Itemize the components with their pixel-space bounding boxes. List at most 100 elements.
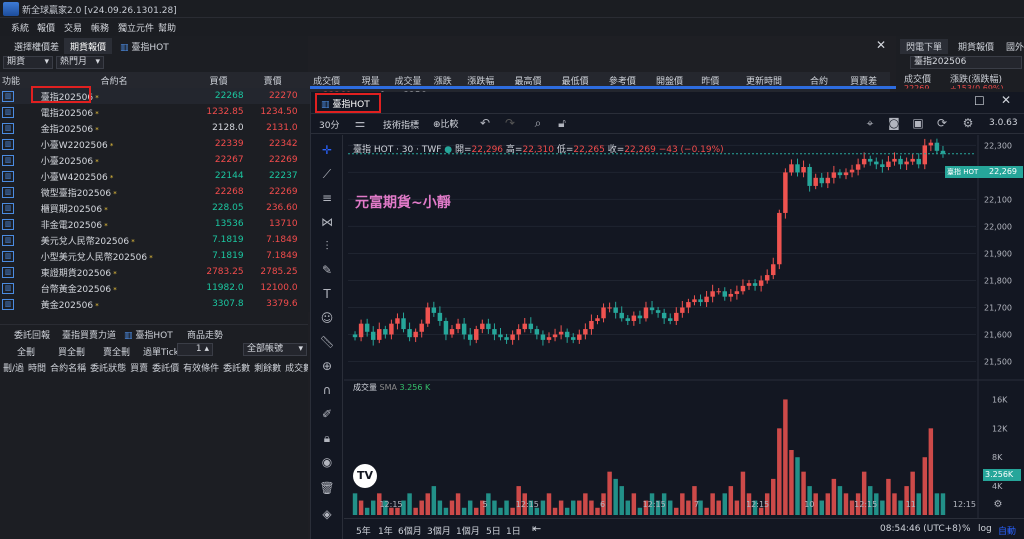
order-column-header[interactable]: 成交數 — [285, 364, 308, 374]
contract-name: 美元兌人民幣202506 * — [40, 236, 135, 247]
pencil-lock-icon[interactable]: ✐ — [318, 407, 336, 421]
tab-option-spread[interactable]: 選擇權價差 — [8, 38, 65, 54]
timeframe-5d[interactable]: 5日 — [486, 524, 501, 537]
refresh-icon[interactable]: ⟳ — [933, 116, 951, 130]
chart-icon[interactable]: ▥ — [0, 152, 37, 168]
text-icon[interactable]: T — [318, 287, 336, 301]
type-select[interactable]: 期貨 ▾ — [3, 56, 53, 69]
close-icon[interactable]: ✕ — [1001, 93, 1011, 107]
column-header[interactable]: 賣價 — [246, 72, 300, 88]
lock-drawing-icon[interactable]: 🔒︎ — [318, 431, 336, 446]
candle-body — [916, 158, 921, 165]
chart-icon[interactable]: ▥ — [0, 216, 37, 232]
chart-icon[interactable]: ▥ — [0, 184, 37, 200]
chart-icon[interactable]: ▥ — [0, 104, 37, 120]
chart-icon[interactable]: ▥ — [0, 280, 37, 296]
tab-quick-order[interactable]: 閃電下單 — [900, 39, 949, 54]
month-select[interactable]: 熱門月 ▾ — [56, 56, 104, 69]
tick-stepper[interactable]: 1 ▴ — [177, 343, 213, 356]
chart-window-tab[interactable]: ▥ 臺指HOT — [315, 93, 381, 113]
timeframe-5y[interactable]: 5年 — [356, 524, 371, 537]
settings-icon[interactable]: ⚙ — [959, 116, 977, 130]
trash-icon[interactable]: 🗑︎ — [318, 481, 336, 495]
chart-icon[interactable]: ▥ — [0, 232, 37, 248]
contract-input[interactable]: 臺指202506 — [910, 56, 1022, 69]
order-column-header[interactable]: 委託狀態 — [90, 364, 126, 374]
date-range-icon[interactable]: ⇤ — [532, 522, 541, 535]
account-select[interactable]: 全部帳號 ▾ — [243, 343, 307, 356]
menu-system[interactable]: 系統 — [11, 21, 29, 34]
timeframe-6m[interactable]: 6個月 — [398, 524, 422, 537]
interval-button[interactable]: 30分 — [319, 118, 339, 131]
tab-right-futures-quote[interactable]: 期貨報價 — [958, 40, 994, 53]
indicators-button[interactable]: 技術指標 — [383, 118, 419, 131]
crosshair-icon[interactable]: ✛ — [318, 143, 336, 157]
ruler-icon[interactable]: 📏︎ — [318, 335, 336, 349]
magnet-icon[interactable]: ∩ — [318, 383, 336, 397]
chart-icon[interactable]: ▥ — [0, 120, 37, 136]
emoji-icon[interactable]: ☺ — [318, 311, 336, 325]
tradingview-logo-icon[interactable]: TV — [353, 464, 377, 488]
redo-icon[interactable]: ↷ — [501, 116, 519, 130]
chart-icon[interactable]: ▥ — [0, 296, 37, 312]
volume-bar — [940, 493, 946, 515]
compare-button[interactable]: ⊕比較 — [433, 117, 459, 130]
trendline-icon[interactable]: ⟋ — [318, 167, 336, 182]
maximize-icon[interactable]: ☐ — [974, 94, 985, 108]
menu-quote[interactable]: 報價 — [37, 21, 55, 34]
lock-icon[interactable]: 🔓︎ — [553, 116, 571, 131]
menu-help[interactable]: 幫助 — [158, 21, 176, 34]
chart-icon[interactable]: ▥ — [0, 248, 37, 264]
tab-futures-quote[interactable]: 期貨報價 — [64, 38, 113, 54]
timeframe-1m[interactable]: 1個月 — [456, 524, 480, 537]
order-column-header[interactable]: 委託數 — [223, 364, 250, 374]
save-icon[interactable]: ▣ — [909, 116, 927, 130]
zoom-in-icon[interactable]: ⊕ — [318, 359, 336, 373]
delete-buy-button[interactable]: 買全刪 — [58, 345, 85, 358]
order-column-header[interactable]: 有效條件 — [183, 364, 219, 374]
timeframe-1d[interactable]: 1日 — [506, 524, 521, 537]
volume-bar — [419, 500, 424, 515]
log-toggle[interactable]: log — [978, 524, 992, 534]
tab-taiex-hot-bottom[interactable]: ▥ 臺指HOT — [124, 328, 173, 341]
tab-taiex-hot[interactable]: ▥ 臺指HOT — [114, 38, 175, 54]
percent-toggle[interactable]: % — [962, 524, 971, 534]
tab-buy-sell-power[interactable]: 臺指買賣力道 — [62, 328, 116, 341]
order-column-header[interactable]: 刪/過 — [3, 364, 24, 374]
order-column-header[interactable]: 時間 — [28, 364, 46, 374]
zoom-icon[interactable]: ⌖ — [861, 116, 879, 131]
timeframe-3m[interactable]: 3個月 — [427, 524, 451, 537]
chart-icon[interactable]: ▥ — [0, 200, 37, 216]
menu-account[interactable]: 帳務 — [91, 21, 109, 34]
column-header[interactable]: 買價 — [192, 72, 246, 88]
tab-foreign[interactable]: 國外 — [1006, 40, 1024, 53]
layers-icon[interactable]: ◈ — [318, 507, 336, 521]
candle-body — [571, 337, 576, 340]
auto-toggle[interactable]: 自動 — [998, 524, 1016, 537]
brush-icon[interactable]: ✎ — [318, 263, 336, 277]
chart-icon[interactable]: ▥ — [0, 264, 37, 280]
timeframe-1y[interactable]: 1年 — [378, 524, 393, 537]
delete-sell-button[interactable]: 賣全刪 — [103, 345, 130, 358]
measure-icon[interactable]: ⫶ — [318, 239, 336, 254]
tab-product-trend[interactable]: 商品走勢 — [187, 328, 223, 341]
chart-icon[interactable]: ▥ — [0, 168, 37, 184]
delete-all-button[interactable]: 全刪 — [17, 345, 35, 358]
tab-order-report[interactable]: 委託回報 — [14, 328, 50, 341]
undo-icon[interactable]: ↶ — [476, 116, 494, 130]
order-column-header[interactable]: 委託價 — [152, 364, 179, 374]
volume-bar — [843, 493, 849, 515]
eye-icon[interactable]: ◉ — [318, 455, 336, 469]
chart-icon[interactable]: ▥ — [0, 136, 37, 152]
menu-standalone[interactable]: 獨立元件 — [118, 21, 154, 34]
close-icon[interactable]: ✕ — [876, 38, 886, 52]
menu-trade[interactable]: 交易 — [64, 21, 82, 34]
order-column-header[interactable]: 剩餘數 — [254, 364, 281, 374]
search-icon[interactable]: ⌕ — [529, 116, 547, 131]
pattern-icon[interactable]: ⋈ — [318, 215, 336, 229]
camera-icon[interactable]: ◙ — [885, 116, 903, 130]
order-column-header[interactable]: 買賣 — [130, 364, 148, 374]
order-column-header[interactable]: 合約名稱 — [50, 364, 86, 374]
horizontal-lines-icon[interactable]: ≡ — [318, 191, 336, 205]
candle-type-icon[interactable]: ⚌ — [351, 116, 369, 130]
